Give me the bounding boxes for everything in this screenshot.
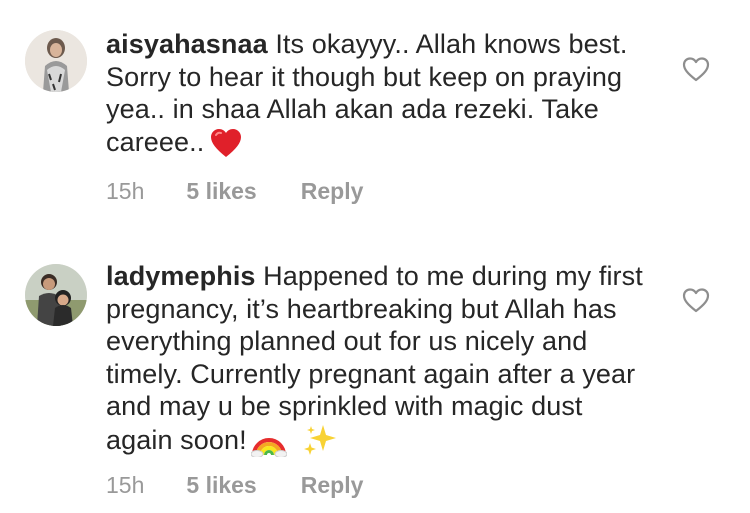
avatar[interactable] <box>25 30 87 92</box>
heart-like-icon[interactable] <box>682 56 710 82</box>
comment-meta: 15h 5 likes Reply <box>106 472 363 499</box>
sparkles-emoji-icon <box>303 423 337 465</box>
comment-text: aisyahasnaa Its okayyy.. Allah knows bes… <box>106 28 651 165</box>
comment-timestamp: 15h <box>106 472 145 498</box>
comment-text: ladymephis Happened to me during my firs… <box>106 260 651 464</box>
comment-username[interactable]: aisyahasnaa <box>106 29 268 59</box>
likes-count[interactable]: 5 likes <box>186 472 294 499</box>
reply-button[interactable]: Reply <box>301 178 364 205</box>
rainbow-emoji-icon <box>250 427 288 465</box>
avatar[interactable] <box>25 264 87 326</box>
heart-like-icon[interactable] <box>682 287 710 313</box>
comment-timestamp: 15h <box>106 178 145 204</box>
comment-meta: 15h 5 likes Reply <box>106 178 363 205</box>
likes-count[interactable]: 5 likes <box>186 178 294 205</box>
heart-emoji-icon <box>210 128 242 166</box>
reply-button[interactable]: Reply <box>301 472 364 499</box>
comment-username[interactable]: ladymephis <box>106 261 256 291</box>
